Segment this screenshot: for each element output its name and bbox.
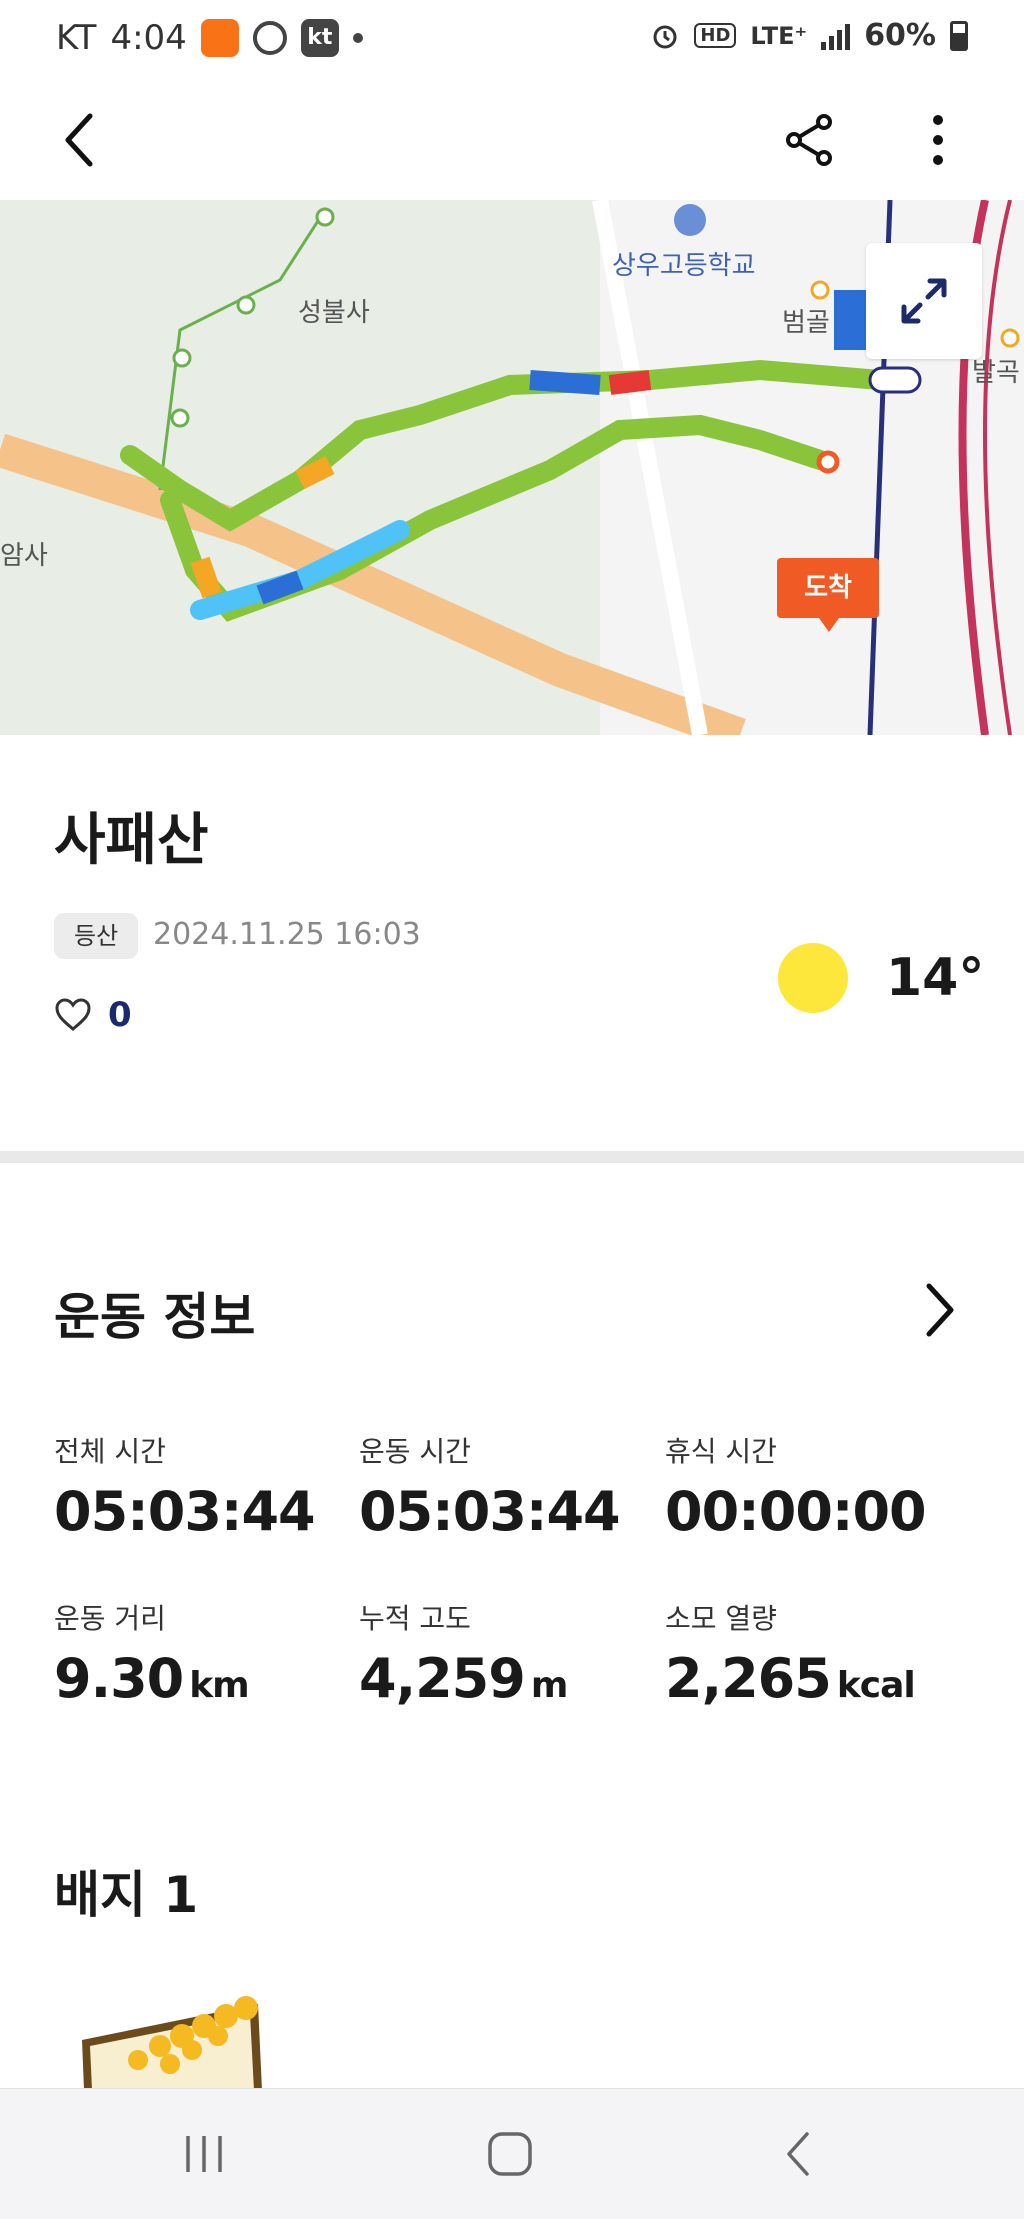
exercise-info-title: 운동 정보 bbox=[54, 1288, 256, 1346]
stat-value: 4,259 m bbox=[359, 1647, 569, 1710]
stat-value: 9.30 km bbox=[54, 1647, 250, 1710]
carrier-label: KT bbox=[56, 18, 97, 58]
stat-label: 운동 거리 bbox=[54, 1602, 166, 1635]
stat-unit: kcal bbox=[836, 1665, 916, 1706]
battery-percent: 60% bbox=[864, 18, 936, 53]
page-title: 사패산 bbox=[54, 808, 209, 873]
recents-icon bbox=[186, 2136, 222, 2172]
badge-image[interactable] bbox=[78, 1990, 268, 2090]
status-bar-left: KT 4:04 kt bbox=[56, 18, 363, 58]
battery-icon bbox=[950, 20, 968, 51]
more-vertical-icon bbox=[933, 115, 943, 165]
activity-type-tag: 등산 bbox=[54, 913, 139, 959]
exercise-info-detail-button[interactable] bbox=[905, 1270, 975, 1350]
chevron-left-icon bbox=[65, 113, 93, 167]
back-button[interactable] bbox=[40, 100, 120, 180]
sync-icon bbox=[252, 21, 287, 55]
clock: 4:04 bbox=[110, 18, 187, 58]
stat-label: 휴식 시간 bbox=[665, 1435, 777, 1468]
expand-map-button[interactable] bbox=[866, 243, 982, 359]
notification-dot-icon bbox=[352, 33, 363, 43]
stat-label: 운동 시간 bbox=[359, 1435, 471, 1468]
map-label-temple: 성불사 bbox=[298, 298, 370, 328]
map-label-school: 상우고등학교 bbox=[612, 251, 756, 281]
recents-button[interactable] bbox=[144, 2109, 264, 2199]
stat-rest-time: 휴식 시간 00:00:00 bbox=[665, 1430, 965, 1543]
sun-icon bbox=[778, 943, 848, 1013]
expand-icon bbox=[901, 278, 947, 324]
status-bar: KT 4:04 kt HD LTE⁺ 60% bbox=[0, 0, 1024, 80]
home-button[interactable] bbox=[450, 2109, 570, 2199]
status-bar-right: HD LTE⁺ 60% bbox=[650, 18, 968, 53]
activity-datetime: 2024.11.25 16:03 bbox=[153, 917, 421, 952]
stat-value: 05:03:44 bbox=[54, 1480, 316, 1543]
hd-voice-icon: HD bbox=[694, 23, 737, 48]
stat-label: 누적 고도 bbox=[359, 1602, 471, 1635]
network-type: LTE⁺ bbox=[750, 21, 808, 50]
stat-distance: 운동 거리 9.30 km bbox=[54, 1597, 354, 1710]
stat-value: 2,265 kcal bbox=[665, 1647, 916, 1710]
stat-elevation: 누적 고도 4,259 m bbox=[359, 1597, 659, 1710]
signal-icon bbox=[821, 22, 851, 50]
map-label-temple-partial: 암사 bbox=[0, 541, 48, 571]
like-button[interactable]: 0 bbox=[54, 995, 132, 1035]
stat-unit: km bbox=[189, 1665, 249, 1706]
back-icon bbox=[787, 2132, 809, 2176]
stat-value: 05:03:44 bbox=[359, 1480, 621, 1543]
stat-value: 00:00:00 bbox=[665, 1480, 927, 1543]
badges-title: 배지 1 bbox=[54, 1866, 199, 1924]
stat-unit: m bbox=[530, 1665, 569, 1706]
home-icon bbox=[488, 2132, 532, 2176]
share-icon bbox=[786, 114, 832, 166]
system-nav-bar bbox=[0, 2088, 1024, 2219]
stat-label: 전체 시간 bbox=[54, 1435, 166, 1468]
map-label-area1: 범골 bbox=[782, 308, 830, 338]
kt-app-icon: kt bbox=[300, 19, 339, 57]
stat-calories: 소모 열량 2,265 kcal bbox=[665, 1597, 965, 1710]
stat-exercise-time: 운동 시간 05:03:44 bbox=[359, 1430, 659, 1543]
section-divider bbox=[0, 1151, 1024, 1163]
temperature: 14° bbox=[886, 948, 985, 1008]
stat-label: 소모 열량 bbox=[665, 1602, 777, 1635]
alarm-icon bbox=[653, 25, 677, 48]
system-back-button[interactable] bbox=[738, 2109, 858, 2199]
arrival-marker: 도착 bbox=[777, 558, 879, 632]
more-options-button[interactable] bbox=[898, 100, 978, 180]
badge-leaf-icon bbox=[82, 1996, 262, 2090]
temu-app-icon bbox=[200, 19, 239, 57]
stat-total-time: 전체 시간 05:03:44 bbox=[54, 1430, 354, 1543]
share-button[interactable] bbox=[770, 100, 850, 180]
heart-icon bbox=[55, 998, 91, 1031]
chevron-right-icon bbox=[926, 1283, 954, 1337]
app-bar bbox=[0, 80, 1024, 200]
like-count: 0 bbox=[108, 995, 132, 1035]
